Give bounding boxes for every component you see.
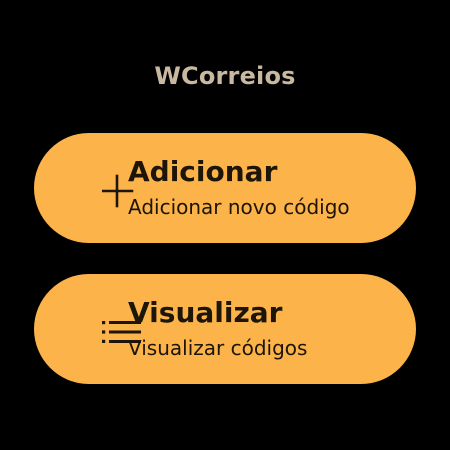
view-chip-label: Visualizar bbox=[128, 296, 283, 329]
app-title: WCorreios bbox=[154, 62, 296, 90]
add-chip[interactable]: Adicionar Adicionar novo código bbox=[34, 133, 416, 243]
view-chip[interactable]: Visualizar Visualizar códigos bbox=[34, 274, 416, 384]
add-chip-secondary-label: Adicionar novo código bbox=[128, 195, 350, 219]
view-chip-secondary-label: Visualizar códigos bbox=[128, 336, 308, 360]
add-chip-label: Adicionar bbox=[128, 155, 278, 188]
screen: WCorreios Adicionar Adicionar novo códig… bbox=[0, 0, 450, 450]
view-chip-text: Visualizar Visualizar códigos bbox=[128, 293, 392, 364]
add-chip-text: Adicionar Adicionar novo código bbox=[128, 152, 392, 223]
